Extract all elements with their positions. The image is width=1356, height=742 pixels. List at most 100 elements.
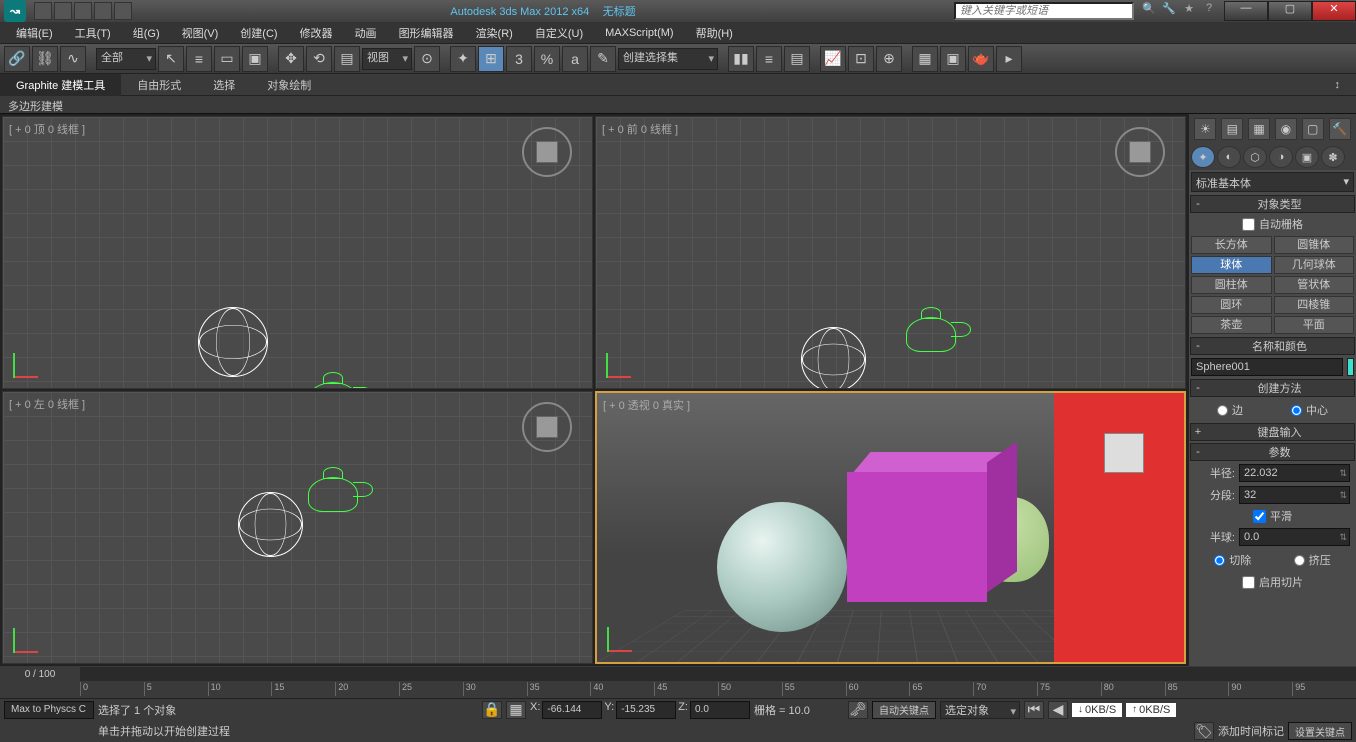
z-field[interactable]: 0.0 [690,701,750,719]
move-icon[interactable]: ✥ [278,46,304,72]
tab-paint[interactable]: 对象绘制 [251,74,327,96]
slice-checkbox[interactable]: 启用切片 [1189,572,1356,592]
lock-icon[interactable]: ▦ [1248,118,1270,140]
menu-tools[interactable]: 工具(T) [65,23,121,43]
radio-chop[interactable]: 切除 [1214,552,1251,568]
qat-save[interactable] [74,2,92,20]
rollout-parameters[interactable]: -参数 [1190,443,1355,461]
time-track[interactable] [80,667,1356,681]
viewport-top[interactable]: [ + 0 顶 0 线框 ] [2,116,593,389]
prim-pyramid[interactable]: 四棱锥 [1274,296,1355,314]
menu-animation[interactable]: 动画 [345,23,387,43]
viewcube-left[interactable] [522,402,572,452]
hierarchy-tab-icon[interactable]: ⬡ [1243,146,1267,168]
menu-modifiers[interactable]: 修改器 [290,23,343,43]
pivot-icon[interactable]: ⊙ [414,46,440,72]
key-mode-icon[interactable]: 🗝 [848,701,868,719]
menu-rendering[interactable]: 渲染(R) [466,23,523,43]
create-tab-icon[interactable]: ✦ [1191,146,1215,168]
prim-plane[interactable]: 平面 [1274,316,1355,334]
motion-tab-icon[interactable]: ◑ [1269,146,1293,168]
align-icon[interactable]: ≡ [756,46,782,72]
rollout-name-color[interactable]: -名称和颜色 [1190,337,1355,355]
viewport-perspective[interactable]: [ + 0 透视 0 真实 ] [595,391,1186,664]
material-icon[interactable]: ⊕ [876,46,902,72]
timetag-icon[interactable]: 🏷 [1194,722,1214,740]
prim-tube[interactable]: 管状体 [1274,276,1355,294]
percent-snap-icon[interactable]: % [534,46,560,72]
tab-freeform[interactable]: 自由形式 [121,74,197,96]
autokey-button[interactable]: 自动关键点 [872,701,936,719]
menu-maxscript[interactable]: MAXScript(M) [595,25,683,41]
star-icon[interactable]: ★ [1180,2,1198,20]
help-icon[interactable]: ? [1200,2,1218,20]
radio-center[interactable]: 中心 [1291,402,1328,418]
menu-create[interactable]: 创建(C) [230,23,287,43]
viewcube-persp[interactable] [1104,433,1144,473]
mirror-icon[interactable]: ▮▮ [728,46,754,72]
segments-spinner[interactable]: 32 [1239,486,1350,504]
spinner-snap-icon[interactable]: a [562,46,588,72]
rollout-creation-method[interactable]: -创建方法 [1190,379,1355,397]
bind-icon[interactable]: ∿ [60,46,86,72]
prim-cone[interactable]: 圆锥体 [1274,236,1355,254]
hammer-icon[interactable]: 🔨 [1329,118,1351,140]
display-icon[interactable]: ◉ [1275,118,1297,140]
select-name-icon[interactable]: ≡ [186,46,212,72]
goto-start-icon[interactable]: ⏮ [1024,701,1044,719]
display-tab-icon[interactable]: ▣ [1295,146,1319,168]
minimize-button[interactable]: — [1224,1,1268,21]
menu-help[interactable]: 帮助(H) [686,23,743,43]
setkey-button[interactable]: 设置关键点 [1288,722,1352,740]
ref-coord-combo[interactable]: 视图 [362,48,412,70]
prim-torus[interactable]: 圆环 [1191,296,1272,314]
help-search-input[interactable] [954,2,1134,20]
menu-customize[interactable]: 自定义(U) [525,23,593,43]
menu-grapheditors[interactable]: 图形编辑器 [389,23,464,43]
unlink-icon[interactable]: ⛓ [32,46,58,72]
prim-geosphere[interactable]: 几何球体 [1274,256,1355,274]
hemisphere-spinner[interactable]: 0.0 [1239,528,1350,546]
qat-redo[interactable] [114,2,132,20]
binoculars-icon[interactable]: 🔍 [1140,2,1158,20]
viewport-top-label[interactable]: [ + 0 顶 0 线框 ] [9,121,85,137]
window-crossing-icon[interactable]: ▣ [242,46,268,72]
radio-squash[interactable]: 挤压 [1294,552,1331,568]
smooth-checkbox[interactable]: 平滑 [1189,506,1356,526]
qat-new[interactable] [34,2,52,20]
prim-sphere[interactable]: 球体 [1191,256,1272,274]
object-color-swatch[interactable] [1347,358,1354,376]
teapot-wireframe[interactable] [293,467,373,517]
manipulate-icon[interactable]: ✦ [450,46,476,72]
prim-cylinder[interactable]: 圆柱体 [1191,276,1272,294]
curve-editor-icon[interactable]: 📈 [820,46,846,72]
key-icon[interactable]: 🔧 [1160,2,1178,20]
prim-teapot[interactable]: 茶壶 [1191,316,1272,334]
viewcube-top[interactable] [522,127,572,177]
time-ruler[interactable]: 0510152025303540455055606570758085909510… [0,682,1356,698]
viewport-left[interactable]: [ + 0 左 0 线框 ] [2,391,593,664]
utilities-tab-icon[interactable]: ✽ [1321,146,1345,168]
prim-box[interactable]: 长方体 [1191,236,1272,254]
render-preview-icon[interactable]: ▤ [1221,118,1243,140]
object-name-input[interactable] [1191,358,1343,376]
layers-icon[interactable]: ▤ [784,46,810,72]
tab-selection[interactable]: 选择 [197,74,251,96]
viewport-front[interactable]: [ + 0 前 0 线框 ] [595,116,1186,389]
rotate-icon[interactable]: ⟲ [306,46,332,72]
ribbon-toggle-icon[interactable]: ↕ [1319,76,1356,94]
selection-filter-combo[interactable]: 全部 [96,48,156,70]
sphere-wireframe[interactable] [801,327,866,389]
y-field[interactable]: -15.235 [616,701,676,719]
angle-snap-icon[interactable]: 3 [506,46,532,72]
sphere-wireframe[interactable] [198,307,268,377]
edit-named-sel-icon[interactable]: ✎ [590,46,616,72]
lock-selection-icon[interactable]: 🔒 [482,701,502,719]
link-icon[interactable]: 🔗 [4,46,30,72]
monitor-icon[interactable]: ▢ [1302,118,1324,140]
viewport-left-label[interactable]: [ + 0 左 0 线框 ] [9,396,85,412]
rollout-object-type[interactable]: -对象类型 [1190,195,1355,213]
modify-tab-icon[interactable]: ◐ [1217,146,1241,168]
keyfilter-combo[interactable]: 选定对象 [940,701,1020,719]
menu-edit[interactable]: 编辑(E) [6,23,63,43]
